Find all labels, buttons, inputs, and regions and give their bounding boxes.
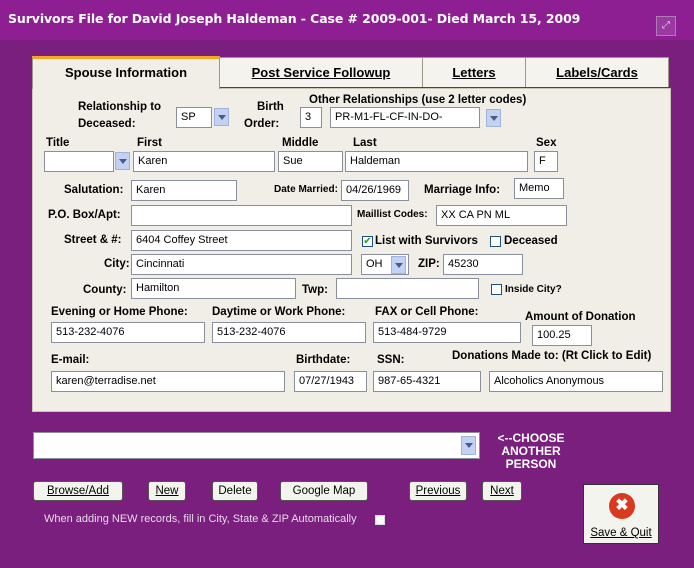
middle-label: Middle	[282, 137, 319, 149]
donations-to-label: Donations Made to: (Rt Click to Edit)	[452, 350, 652, 362]
choose-person-hint: <--CHOOSE ANOTHER PERSON	[491, 432, 571, 471]
maillist-codes-label: Maillist Codes:	[357, 209, 428, 220]
maillist-codes-field[interactable]: XX CA PN ML	[436, 205, 567, 226]
button-label: Next	[490, 485, 514, 497]
tab-label: Post Service Followup	[251, 65, 391, 80]
city-field[interactable]: Cincinnati	[131, 254, 352, 275]
daytime-phone-field[interactable]: 513-232-4076	[212, 322, 366, 343]
birthdate-label: Birthdate:	[296, 354, 351, 366]
save-quit-label: Save & Quit	[590, 527, 652, 539]
marriage-info-label: Marriage Info:	[424, 184, 501, 196]
title-dropdown-icon[interactable]	[115, 152, 130, 170]
inside-city-label: Inside City?	[505, 284, 562, 295]
tab-labels-cards[interactable]: Labels/Cards	[525, 57, 669, 87]
browse-add-button[interactable]: Browse/Add	[33, 481, 123, 501]
ssn-label: SSN:	[377, 354, 405, 366]
tab-letters[interactable]: Letters	[422, 57, 526, 87]
auto-fill-hint: When adding NEW records, fill in City, S…	[44, 513, 357, 525]
new-button[interactable]: New	[148, 481, 186, 501]
first-name-field[interactable]: Karen	[133, 151, 275, 172]
fax-phone-field[interactable]: 513-484-9729	[373, 322, 521, 343]
sex-label: Sex	[536, 137, 557, 149]
birth-order-field[interactable]: 3	[300, 107, 322, 128]
relationship-dropdown-icon[interactable]	[214, 108, 229, 126]
other-relationships-field[interactable]: PR-M1-FL-CF-IN-DO-	[330, 107, 480, 128]
person-select[interactable]	[33, 432, 480, 459]
list-with-survivors-checkbox[interactable]: ✔	[362, 236, 373, 247]
tab-post-service-followup[interactable]: Post Service Followup	[219, 57, 423, 87]
save-quit-button[interactable]: ✖ Save & Quit	[583, 484, 659, 544]
other-relationships-label: Other Relationships (use 2 letter codes)	[309, 94, 527, 106]
inside-city-checkbox[interactable]	[491, 284, 502, 295]
birth-order-label-2: Order:	[244, 118, 280, 130]
title-field[interactable]	[44, 151, 114, 172]
amount-donation-label: Amount of Donation	[525, 311, 636, 323]
date-married-field[interactable]: 04/26/1969	[341, 180, 409, 201]
salutation-field[interactable]: Karen	[131, 180, 237, 201]
next-button[interactable]: Next	[482, 481, 522, 501]
birth-order-label-1: Birth	[257, 101, 284, 113]
amount-donation-field[interactable]: 100.25	[532, 325, 592, 346]
window-title: Survivors File for David Joseph Haldeman…	[8, 11, 581, 26]
google-map-button[interactable]: Google Map	[280, 481, 368, 501]
zip-label: ZIP:	[418, 258, 440, 270]
daytime-phone-label: Daytime or Work Phone:	[212, 306, 346, 318]
marriage-info-memo[interactable]: Memo	[514, 178, 564, 199]
ssn-field[interactable]: 987-65-4321	[373, 371, 481, 392]
city-label: City:	[104, 258, 130, 270]
list-with-survivors-label: List with Survivors	[375, 235, 478, 247]
birthdate-field[interactable]: 07/27/1943	[294, 371, 367, 392]
street-field[interactable]: 6404 Coffey Street	[131, 230, 352, 251]
middle-name-field[interactable]: Sue	[278, 151, 343, 172]
evening-phone-label: Evening or Home Phone:	[51, 306, 188, 318]
evening-phone-field[interactable]: 513-232-4076	[51, 322, 205, 343]
first-label: First	[137, 137, 162, 149]
tab-label: Letters	[452, 65, 496, 80]
last-label: Last	[353, 137, 377, 149]
person-dropdown-icon[interactable]	[461, 436, 476, 455]
deceased-checkbox[interactable]	[490, 236, 501, 247]
deceased-label: Deceased	[504, 235, 558, 247]
button-label: Previous	[415, 485, 461, 497]
fax-phone-label: FAX or Cell Phone:	[375, 306, 479, 318]
salutation-label: Salutation:	[64, 184, 124, 196]
zip-field[interactable]: 45230	[443, 254, 523, 275]
title-label: Title	[46, 137, 70, 149]
sex-field[interactable]: F	[534, 151, 558, 172]
last-name-field[interactable]: Haldeman	[345, 151, 528, 172]
button-label: New	[155, 485, 179, 497]
delete-button[interactable]: Delete	[212, 481, 258, 501]
auto-fill-checkbox[interactable]	[375, 515, 385, 525]
previous-button[interactable]: Previous	[409, 481, 467, 501]
maximize-icon[interactable]: ⤢	[656, 16, 676, 36]
county-label: County:	[83, 284, 127, 296]
close-x-icon: ✖	[609, 493, 635, 519]
other-relationships-dropdown-icon[interactable]	[486, 109, 501, 127]
po-box-label: P.O. Box/Apt:	[48, 209, 121, 221]
date-married-label: Date Married:	[274, 184, 338, 195]
relationship-field[interactable]: SP	[176, 107, 212, 128]
relationship-label-1: Relationship to	[78, 101, 162, 113]
relationship-label-2: Deceased:	[78, 118, 136, 130]
title-bar: Survivors File for David Joseph Haldeman…	[0, 0, 694, 40]
button-label: Browse/Add	[46, 485, 109, 497]
email-label: E-mail:	[51, 354, 90, 366]
tab-spouse-information[interactable]: Spouse Information	[32, 56, 220, 89]
twp-field[interactable]	[336, 278, 479, 299]
twp-label: Twp:	[302, 284, 328, 296]
state-dropdown-icon[interactable]	[391, 256, 406, 274]
email-field[interactable]: karen@terradise.net	[51, 371, 285, 392]
tab-label: Labels/Cards	[556, 65, 638, 80]
county-field[interactable]: Hamilton	[131, 278, 296, 299]
po-box-field[interactable]	[131, 205, 352, 226]
choose-line: PERSON	[505, 457, 557, 471]
donations-to-field[interactable]: Alcoholics Anonymous	[489, 371, 663, 392]
street-label: Street & #:	[64, 234, 122, 246]
